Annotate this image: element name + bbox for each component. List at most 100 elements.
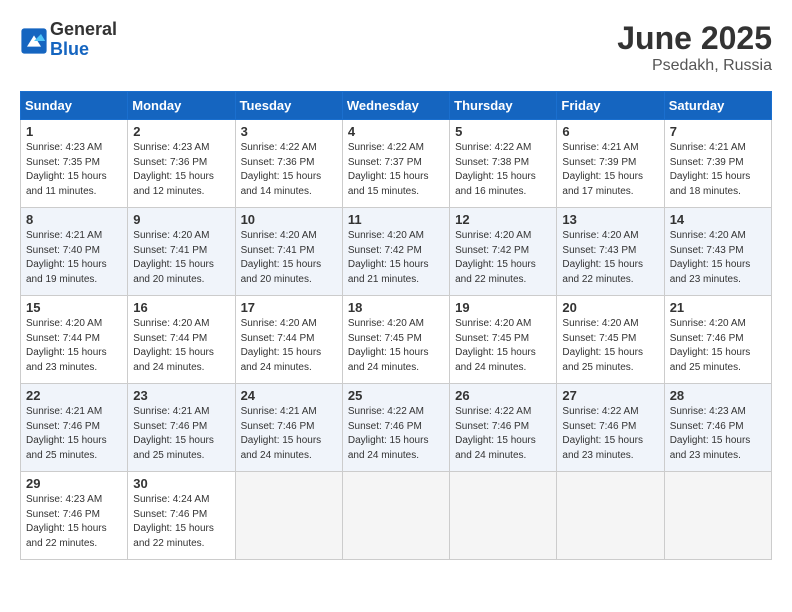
day-number: 18 — [348, 300, 444, 315]
day-info: Sunrise: 4:22 AMSunset: 7:46 PMDaylight:… — [455, 405, 551, 463]
calendar-day-cell: 3 Sunrise: 4:22 AMSunset: 7:36 PMDayligh… — [235, 120, 342, 208]
day-info: Sunrise: 4:21 AMSunset: 7:46 PMDaylight:… — [26, 405, 122, 463]
calendar-day-cell: 26 Sunrise: 4:22 AMSunset: 7:46 PMDaylig… — [450, 384, 557, 472]
day-info: Sunrise: 4:20 AMSunset: 7:42 PMDaylight:… — [348, 229, 444, 287]
day-info: Sunrise: 4:21 AMSunset: 7:39 PMDaylight:… — [562, 141, 658, 199]
logo-blue: Blue — [50, 40, 117, 60]
day-number: 9 — [133, 212, 229, 227]
calendar-week-row: 8 Sunrise: 4:21 AMSunset: 7:40 PMDayligh… — [21, 208, 772, 296]
day-info: Sunrise: 4:20 AMSunset: 7:44 PMDaylight:… — [26, 317, 122, 375]
day-info: Sunrise: 4:21 AMSunset: 7:46 PMDaylight:… — [133, 405, 229, 463]
calendar-day-cell — [664, 472, 771, 560]
title-block: June 2025 Psedakh, Russia — [617, 20, 772, 75]
calendar-day-cell: 24 Sunrise: 4:21 AMSunset: 7:46 PMDaylig… — [235, 384, 342, 472]
day-number: 11 — [348, 212, 444, 227]
day-number: 30 — [133, 476, 229, 491]
calendar-day-cell: 22 Sunrise: 4:21 AMSunset: 7:46 PMDaylig… — [21, 384, 128, 472]
calendar-table: SundayMondayTuesdayWednesdayThursdayFrid… — [20, 91, 772, 560]
day-number: 7 — [670, 124, 766, 139]
calendar-day-cell — [450, 472, 557, 560]
day-info: Sunrise: 4:23 AMSunset: 7:46 PMDaylight:… — [670, 405, 766, 463]
weekday-header-wednesday: Wednesday — [342, 92, 449, 120]
day-info: Sunrise: 4:22 AMSunset: 7:37 PMDaylight:… — [348, 141, 444, 199]
day-info: Sunrise: 4:20 AMSunset: 7:44 PMDaylight:… — [241, 317, 337, 375]
calendar-day-cell: 6 Sunrise: 4:21 AMSunset: 7:39 PMDayligh… — [557, 120, 664, 208]
day-number: 10 — [241, 212, 337, 227]
calendar-day-cell: 25 Sunrise: 4:22 AMSunset: 7:46 PMDaylig… — [342, 384, 449, 472]
calendar-day-cell: 4 Sunrise: 4:22 AMSunset: 7:37 PMDayligh… — [342, 120, 449, 208]
calendar-day-cell: 7 Sunrise: 4:21 AMSunset: 7:39 PMDayligh… — [664, 120, 771, 208]
day-number: 8 — [26, 212, 122, 227]
day-number: 4 — [348, 124, 444, 139]
calendar-day-cell: 9 Sunrise: 4:20 AMSunset: 7:41 PMDayligh… — [128, 208, 235, 296]
logo-text: General Blue — [50, 20, 117, 60]
logo-icon — [20, 27, 48, 55]
calendar-day-cell: 23 Sunrise: 4:21 AMSunset: 7:46 PMDaylig… — [128, 384, 235, 472]
day-info: Sunrise: 4:20 AMSunset: 7:41 PMDaylight:… — [133, 229, 229, 287]
day-info: Sunrise: 4:21 AMSunset: 7:39 PMDaylight:… — [670, 141, 766, 199]
day-number: 21 — [670, 300, 766, 315]
calendar-day-cell: 12 Sunrise: 4:20 AMSunset: 7:42 PMDaylig… — [450, 208, 557, 296]
day-number: 24 — [241, 388, 337, 403]
day-number: 12 — [455, 212, 551, 227]
day-number: 27 — [562, 388, 658, 403]
day-info: Sunrise: 4:20 AMSunset: 7:45 PMDaylight:… — [562, 317, 658, 375]
calendar-day-cell: 15 Sunrise: 4:20 AMSunset: 7:44 PMDaylig… — [21, 296, 128, 384]
day-number: 13 — [562, 212, 658, 227]
day-number: 20 — [562, 300, 658, 315]
calendar-day-cell: 13 Sunrise: 4:20 AMSunset: 7:43 PMDaylig… — [557, 208, 664, 296]
calendar-day-cell: 16 Sunrise: 4:20 AMSunset: 7:44 PMDaylig… — [128, 296, 235, 384]
day-info: Sunrise: 4:22 AMSunset: 7:46 PMDaylight:… — [562, 405, 658, 463]
calendar-day-cell — [557, 472, 664, 560]
day-info: Sunrise: 4:20 AMSunset: 7:43 PMDaylight:… — [670, 229, 766, 287]
weekday-header-sunday: Sunday — [21, 92, 128, 120]
day-number: 23 — [133, 388, 229, 403]
location-subtitle: Psedakh, Russia — [617, 57, 772, 75]
day-info: Sunrise: 4:20 AMSunset: 7:41 PMDaylight:… — [241, 229, 337, 287]
calendar-day-cell: 17 Sunrise: 4:20 AMSunset: 7:44 PMDaylig… — [235, 296, 342, 384]
day-info: Sunrise: 4:23 AMSunset: 7:35 PMDaylight:… — [26, 141, 122, 199]
day-number: 15 — [26, 300, 122, 315]
day-number: 3 — [241, 124, 337, 139]
day-info: Sunrise: 4:22 AMSunset: 7:36 PMDaylight:… — [241, 141, 337, 199]
day-number: 16 — [133, 300, 229, 315]
weekday-header-saturday: Saturday — [664, 92, 771, 120]
day-info: Sunrise: 4:22 AMSunset: 7:38 PMDaylight:… — [455, 141, 551, 199]
page-header: General Blue June 2025 Psedakh, Russia — [20, 20, 772, 75]
calendar-day-cell: 28 Sunrise: 4:23 AMSunset: 7:46 PMDaylig… — [664, 384, 771, 472]
weekday-header-row: SundayMondayTuesdayWednesdayThursdayFrid… — [21, 92, 772, 120]
calendar-day-cell — [235, 472, 342, 560]
weekday-header-tuesday: Tuesday — [235, 92, 342, 120]
day-number: 26 — [455, 388, 551, 403]
weekday-header-friday: Friday — [557, 92, 664, 120]
day-number: 5 — [455, 124, 551, 139]
month-year-title: June 2025 — [617, 20, 772, 57]
weekday-header-thursday: Thursday — [450, 92, 557, 120]
day-info: Sunrise: 4:23 AMSunset: 7:46 PMDaylight:… — [26, 493, 122, 551]
day-info: Sunrise: 4:20 AMSunset: 7:46 PMDaylight:… — [670, 317, 766, 375]
day-info: Sunrise: 4:23 AMSunset: 7:36 PMDaylight:… — [133, 141, 229, 199]
day-number: 2 — [133, 124, 229, 139]
calendar-day-cell: 29 Sunrise: 4:23 AMSunset: 7:46 PMDaylig… — [21, 472, 128, 560]
calendar-day-cell: 5 Sunrise: 4:22 AMSunset: 7:38 PMDayligh… — [450, 120, 557, 208]
day-number: 19 — [455, 300, 551, 315]
day-info: Sunrise: 4:21 AMSunset: 7:46 PMDaylight:… — [241, 405, 337, 463]
day-info: Sunrise: 4:20 AMSunset: 7:45 PMDaylight:… — [348, 317, 444, 375]
calendar-week-row: 29 Sunrise: 4:23 AMSunset: 7:46 PMDaylig… — [21, 472, 772, 560]
calendar-day-cell: 30 Sunrise: 4:24 AMSunset: 7:46 PMDaylig… — [128, 472, 235, 560]
calendar-day-cell: 27 Sunrise: 4:22 AMSunset: 7:46 PMDaylig… — [557, 384, 664, 472]
logo: General Blue — [20, 20, 117, 60]
calendar-day-cell: 10 Sunrise: 4:20 AMSunset: 7:41 PMDaylig… — [235, 208, 342, 296]
calendar-day-cell: 18 Sunrise: 4:20 AMSunset: 7:45 PMDaylig… — [342, 296, 449, 384]
calendar-day-cell: 2 Sunrise: 4:23 AMSunset: 7:36 PMDayligh… — [128, 120, 235, 208]
day-number: 14 — [670, 212, 766, 227]
calendar-day-cell: 11 Sunrise: 4:20 AMSunset: 7:42 PMDaylig… — [342, 208, 449, 296]
weekday-header-monday: Monday — [128, 92, 235, 120]
day-number: 6 — [562, 124, 658, 139]
day-info: Sunrise: 4:21 AMSunset: 7:40 PMDaylight:… — [26, 229, 122, 287]
calendar-week-row: 22 Sunrise: 4:21 AMSunset: 7:46 PMDaylig… — [21, 384, 772, 472]
day-number: 1 — [26, 124, 122, 139]
day-info: Sunrise: 4:20 AMSunset: 7:43 PMDaylight:… — [562, 229, 658, 287]
calendar-day-cell: 20 Sunrise: 4:20 AMSunset: 7:45 PMDaylig… — [557, 296, 664, 384]
calendar-day-cell: 14 Sunrise: 4:20 AMSunset: 7:43 PMDaylig… — [664, 208, 771, 296]
